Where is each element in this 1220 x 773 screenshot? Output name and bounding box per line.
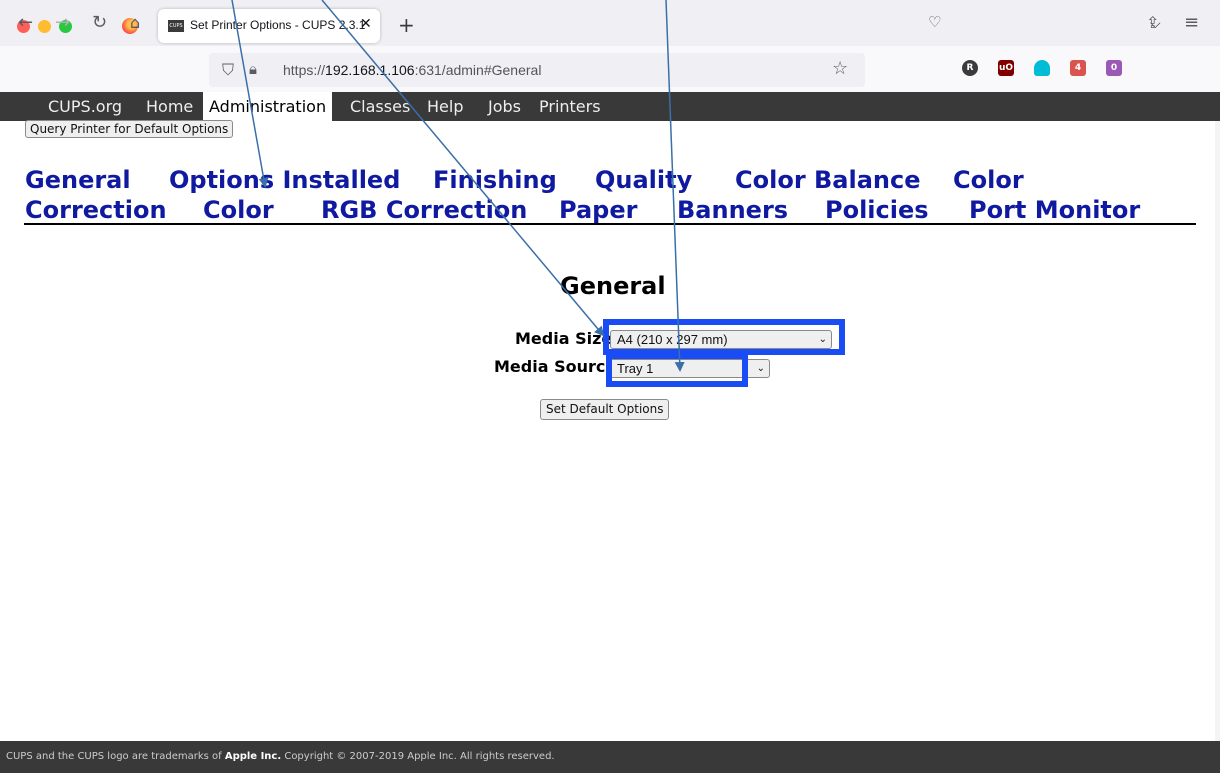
active-tab[interactable]: CUPS Set Printer Options - CUPS 2.3.1 ✕ [158,9,380,43]
extension-4-icon[interactable]: 4 [1070,60,1086,76]
media-source-label: Media Source: [494,357,623,376]
link-color-correction-b[interactable]: Correction [25,195,167,225]
nav-home[interactable]: Home [140,92,199,121]
tab-title: Set Printer Options - CUPS 2.3.1 [190,18,366,32]
pocket-icon[interactable]: ♡ [928,13,941,31]
ghostery-icon[interactable] [1034,60,1050,76]
link-port-monitor[interactable]: Port Monitor [969,195,1140,225]
share-icon[interactable]: ⇪ [1146,13,1159,32]
link-color-correction-a[interactable]: Color [953,165,1024,195]
nav-administration[interactable]: Administration [203,92,333,121]
scrollbar-track[interactable] [1215,121,1220,741]
minimize-window-button[interactable] [38,20,51,33]
nav-classes[interactable]: Classes [344,92,416,121]
back-icon[interactable]: ← [18,12,33,33]
forward-icon[interactable]: → [55,12,70,33]
extension-r-icon[interactable]: R [962,60,978,76]
nav-help[interactable]: Help [421,92,469,121]
link-finishing[interactable]: Finishing [433,165,557,195]
url-text[interactable]: https://192.168.1.106:631/admin#General [283,62,541,78]
home-icon[interactable]: ⌂ [130,13,140,32]
link-policies[interactable]: Policies [825,195,929,225]
new-tab-icon[interactable]: + [398,13,415,37]
section-title: General [560,272,666,300]
menu-icon[interactable]: ≡ [1184,12,1199,33]
link-paper[interactable]: Paper [559,195,637,225]
tracking-shield-icon[interactable]: ⛉ [222,60,234,80]
media-source-highlight [606,353,748,387]
link-options-installed[interactable]: Options Installed [169,165,400,195]
media-size-highlight [603,319,845,355]
nav-printers[interactable]: Printers [533,92,607,121]
link-rgb-correction[interactable]: RGB Correction [321,195,527,225]
extension-badge-icon[interactable]: 0 [1106,60,1122,76]
nav-jobs[interactable]: Jobs [482,92,527,121]
link-color-balance[interactable]: Color Balance [735,165,921,195]
section-divider [24,223,1196,225]
set-default-options-button[interactable]: Set Default Options [540,399,670,420]
nav-cups-org[interactable]: CUPS.org [42,92,128,121]
link-banners[interactable]: Banners [677,195,788,225]
footer: CUPS and the CUPS logo are trademarks of… [0,741,1220,773]
reload-icon[interactable]: ↻ [92,12,107,33]
link-general[interactable]: General [25,165,131,195]
insecure-lock-icon[interactable]: 🔒︎ [249,60,257,78]
bookmark-star-icon[interactable]: ☆ [832,58,848,79]
ublock-origin-icon[interactable]: uO [998,60,1014,76]
link-quality[interactable]: Quality [595,165,692,195]
footer-text-post: Copyright © 2007-2019 Apple Inc. All rig… [281,751,555,762]
chevron-down-icon: ⌄ [756,363,765,374]
cups-favicon-icon: CUPS [168,20,184,32]
footer-apple-link[interactable]: Apple Inc. [225,751,281,762]
footer-text-pre: CUPS and the CUPS logo are trademarks of [6,751,225,762]
link-color[interactable]: Color [203,195,274,225]
close-tab-icon[interactable]: ✕ [360,16,372,32]
query-printer-button[interactable]: Query Printer for Default Options [25,120,234,138]
